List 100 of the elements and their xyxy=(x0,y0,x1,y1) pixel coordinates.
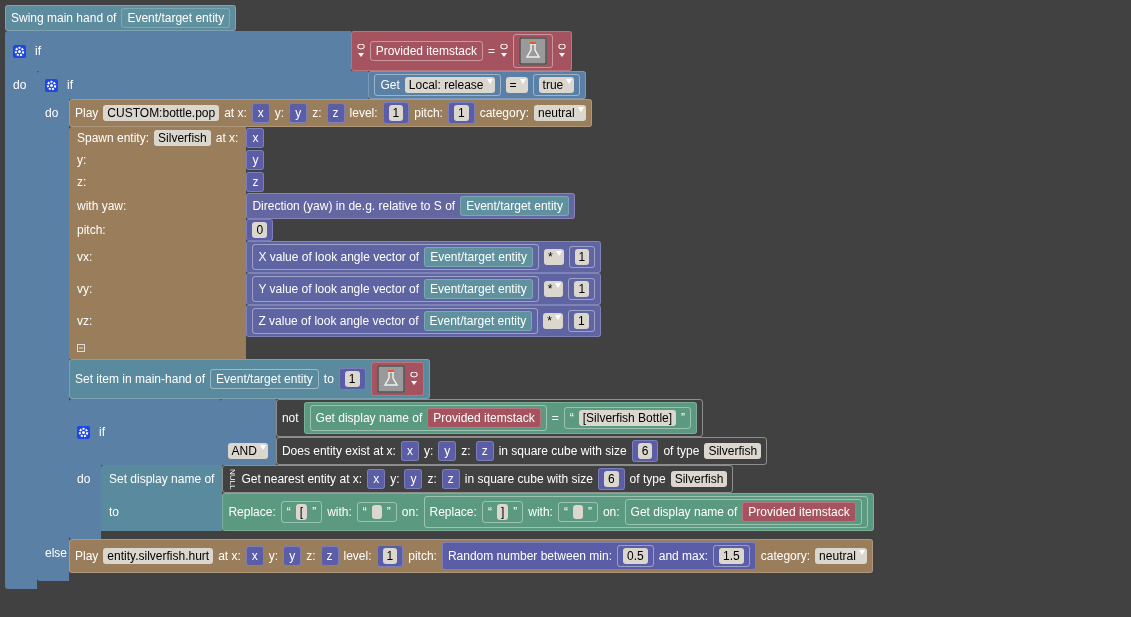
dropdown-field[interactable]: neutral xyxy=(534,105,586,121)
block-label: Get display name of xyxy=(315,412,423,424)
block-label: vx: xyxy=(77,251,93,263)
block-label: = xyxy=(488,45,496,57)
block-label: not xyxy=(281,412,299,424)
block-label: Does entity exist at x: xyxy=(281,445,396,457)
caret-icon xyxy=(486,79,493,84)
block-label: y xyxy=(410,473,417,485)
text-field[interactable]: 1.5 xyxy=(719,548,744,564)
block-label: at x: xyxy=(215,132,239,144)
block-label: with yaw: xyxy=(77,200,127,212)
block-label: if xyxy=(35,45,41,57)
gear-icon xyxy=(13,44,26,58)
text-field[interactable] xyxy=(371,505,382,519)
dropdown-field[interactable]: = xyxy=(505,77,528,93)
cube-gem-icon xyxy=(409,372,418,386)
block-label: y: xyxy=(390,473,400,485)
block-label: ” xyxy=(513,506,518,518)
block-label: with: xyxy=(327,506,352,518)
block-label: Play xyxy=(75,550,99,562)
block-label: “ xyxy=(487,506,492,518)
block-label: y: xyxy=(268,550,279,562)
dropdown-field[interactable]: * xyxy=(543,249,564,265)
block-label: z: xyxy=(427,473,437,485)
text-field[interactable]: 1 xyxy=(574,281,590,297)
dropdown-field[interactable]: true xyxy=(538,77,575,93)
cube-gem-icon xyxy=(356,44,365,58)
text-field[interactable] xyxy=(572,505,583,519)
block-label: z xyxy=(447,473,454,485)
block-label: Provided itemstack xyxy=(433,412,535,424)
block-label: z: xyxy=(461,445,471,457)
text-field[interactable]: Silverfish xyxy=(704,443,762,459)
text-field[interactable]: ] xyxy=(496,504,509,520)
block-label: do xyxy=(45,107,59,119)
text-field[interactable]: 0 xyxy=(252,222,268,238)
text-field[interactable]: Silverfish xyxy=(154,130,211,146)
text-field[interactable]: 6 xyxy=(603,471,619,487)
block-label: y xyxy=(252,154,259,166)
block-label: “ xyxy=(362,506,367,518)
text-field[interactable]: [Silverfish Bottle] xyxy=(578,410,677,426)
block-label: y: xyxy=(77,154,87,166)
block-label: X value of look angle vector of xyxy=(258,251,420,263)
block-label: z: xyxy=(312,107,322,119)
text-field[interactable]: 1 xyxy=(388,105,404,121)
block-label: vz: xyxy=(77,315,93,327)
text-field[interactable]: entity.silverfish.hurt xyxy=(103,548,214,564)
caret-icon xyxy=(259,445,266,450)
block-label: Y value of look angle vector of xyxy=(258,283,419,295)
block-label: ” xyxy=(681,412,686,424)
block-label: else xyxy=(45,547,67,559)
cube-gem-icon xyxy=(558,44,567,58)
block-label: in square cube with size xyxy=(464,473,593,485)
dropdown-field[interactable]: AND xyxy=(227,443,268,459)
text-field[interactable]: 6 xyxy=(637,443,653,459)
block-label: pitch: xyxy=(408,550,437,562)
dropdown-field[interactable]: * xyxy=(543,281,564,297)
block-label: ” xyxy=(312,506,317,518)
block-label: level: xyxy=(343,550,372,562)
caret-icon xyxy=(577,107,584,112)
dropdown-field[interactable]: Local: release xyxy=(404,77,495,93)
block-label: to xyxy=(109,506,119,518)
block-label: level: xyxy=(349,107,378,119)
text-field[interactable]: 1 xyxy=(344,371,360,387)
block-label: at x: xyxy=(224,107,247,119)
caret-icon xyxy=(519,79,526,84)
text-field[interactable]: 0.5 xyxy=(623,548,648,564)
block-label: Event/target entity xyxy=(429,283,527,295)
dropdown-field[interactable]: * xyxy=(543,313,563,329)
text-field[interactable]: 1 xyxy=(453,105,469,121)
block-label: y: xyxy=(274,107,285,119)
block-label: z xyxy=(326,550,333,562)
block-label: Replace: xyxy=(228,506,276,518)
text-field[interactable]: Silverfish xyxy=(670,471,728,487)
block-label: Event/target entity xyxy=(127,12,225,24)
text-field[interactable]: [ xyxy=(295,504,308,520)
block-label: Spawn entity: xyxy=(77,132,150,144)
text-field[interactable]: 1 xyxy=(573,313,589,329)
text-field[interactable]: 1 xyxy=(382,548,398,564)
block-label: Swing main hand of xyxy=(11,12,117,24)
block-label: Get nearest entity at x: xyxy=(241,473,363,485)
block-label: z xyxy=(252,176,259,188)
dropdown-field[interactable]: neutral xyxy=(815,548,867,564)
block-label: on: xyxy=(401,506,419,518)
block-label: and max: xyxy=(658,550,709,562)
block-label: Provided itemstack xyxy=(375,45,478,57)
block-label: = xyxy=(551,412,559,424)
block-label: do xyxy=(13,79,27,91)
block-label: category: xyxy=(479,107,529,119)
block-label: Get xyxy=(380,79,400,91)
block-label: pitch: xyxy=(77,224,106,236)
block-label: category: xyxy=(760,550,811,562)
block-label: “ xyxy=(563,506,568,518)
text-field[interactable]: 1 xyxy=(574,249,590,265)
block-label: of type xyxy=(663,445,700,457)
text-field[interactable]: CUSTOM:bottle.pop xyxy=(103,105,220,121)
block-label: Get display name of xyxy=(630,506,738,518)
block-label: with: xyxy=(528,506,553,518)
caret-icon xyxy=(555,251,562,256)
flask-icon xyxy=(519,37,548,65)
block-label: “ xyxy=(569,412,574,424)
